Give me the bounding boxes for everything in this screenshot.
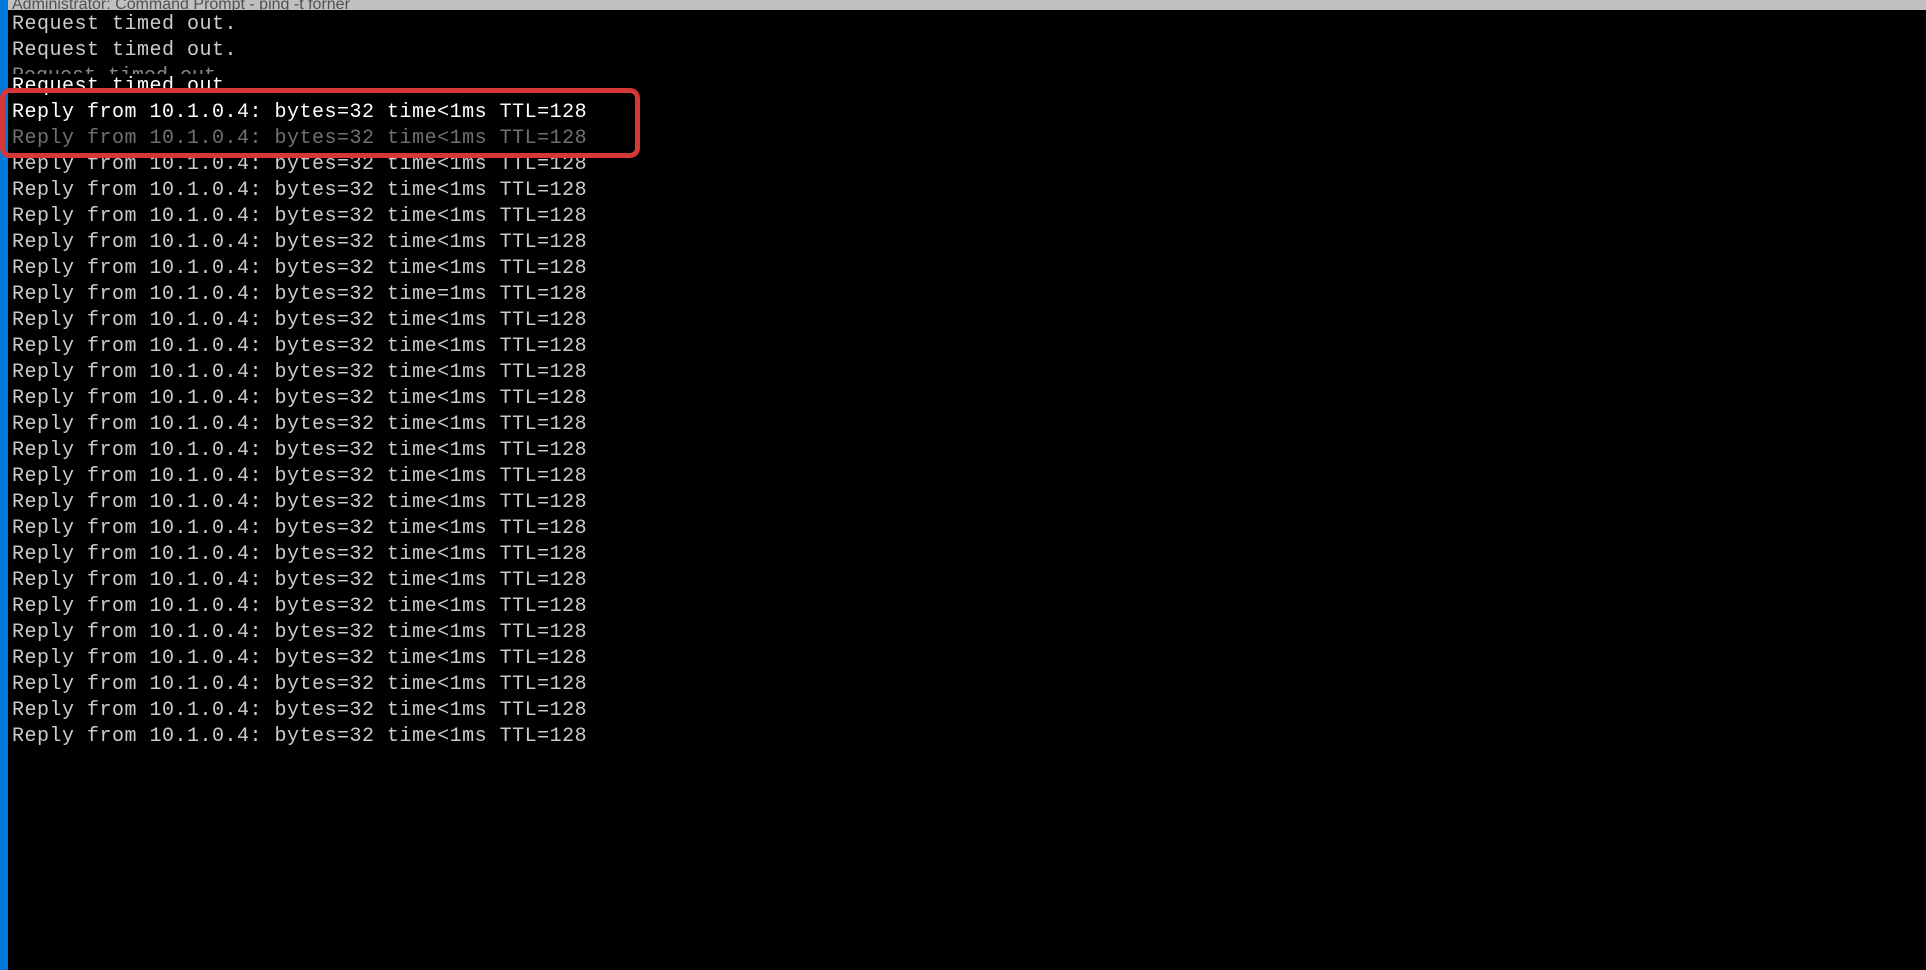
terminal-line: Reply from 10.1.0.4: bytes=32 time<1ms T… xyxy=(12,724,1922,750)
terminal-line: Reply from 10.1.0.4: bytes=32 time<1ms T… xyxy=(12,178,1922,204)
terminal-line: Reply from 10.1.0.4: bytes=32 time<1ms T… xyxy=(12,126,1922,152)
terminal-line: Request timed out. xyxy=(12,12,1922,38)
terminal-line: Reply from 10.1.0.4: bytes=32 time<1ms T… xyxy=(12,438,1922,464)
terminal-line: Request timed out. xyxy=(12,64,1922,74)
terminal-line: Request timed out. xyxy=(12,74,1922,100)
terminal-line: Reply from 10.1.0.4: bytes=32 time<1ms T… xyxy=(12,516,1922,542)
terminal-line: Reply from 10.1.0.4: bytes=32 time<1ms T… xyxy=(12,386,1922,412)
terminal-line: Reply from 10.1.0.4: bytes=32 time<1ms T… xyxy=(12,568,1922,594)
terminal-line: Reply from 10.1.0.4: bytes=32 time<1ms T… xyxy=(12,672,1922,698)
terminal-line: Reply from 10.1.0.4: bytes=32 time<1ms T… xyxy=(12,646,1922,672)
terminal-line: Reply from 10.1.0.4: bytes=32 time<1ms T… xyxy=(12,230,1922,256)
terminal-output[interactable]: Request timed out.Request timed out.Requ… xyxy=(8,10,1926,752)
window-title: Administrator: Command Prompt - ping -t … xyxy=(12,0,350,10)
terminal-line: Request timed out. xyxy=(12,38,1922,64)
window-title-bar[interactable]: Administrator: Command Prompt - ping -t … xyxy=(8,0,1926,10)
terminal-line: Reply from 10.1.0.4: bytes=32 time<1ms T… xyxy=(12,620,1922,646)
terminal-line: Reply from 10.1.0.4: bytes=32 time<1ms T… xyxy=(12,360,1922,386)
terminal-line: Reply from 10.1.0.4: bytes=32 time=1ms T… xyxy=(12,282,1922,308)
terminal-line: Reply from 10.1.0.4: bytes=32 time<1ms T… xyxy=(12,698,1922,724)
terminal-line: Reply from 10.1.0.4: bytes=32 time<1ms T… xyxy=(12,490,1922,516)
terminal-line: Reply from 10.1.0.4: bytes=32 time<1ms T… xyxy=(12,100,1922,126)
terminal-line: Reply from 10.1.0.4: bytes=32 time<1ms T… xyxy=(12,464,1922,490)
terminal-line: Reply from 10.1.0.4: bytes=32 time<1ms T… xyxy=(12,412,1922,438)
terminal-line: Reply from 10.1.0.4: bytes=32 time<1ms T… xyxy=(12,308,1922,334)
terminal-line: Reply from 10.1.0.4: bytes=32 time<1ms T… xyxy=(12,542,1922,568)
terminal-line: Reply from 10.1.0.4: bytes=32 time<1ms T… xyxy=(12,256,1922,282)
terminal-line: Reply from 10.1.0.4: bytes=32 time<1ms T… xyxy=(12,152,1922,178)
terminal-line: Reply from 10.1.0.4: bytes=32 time<1ms T… xyxy=(12,594,1922,620)
terminal-line: Reply from 10.1.0.4: bytes=32 time<1ms T… xyxy=(12,334,1922,360)
terminal-line: Reply from 10.1.0.4: bytes=32 time<1ms T… xyxy=(12,204,1922,230)
